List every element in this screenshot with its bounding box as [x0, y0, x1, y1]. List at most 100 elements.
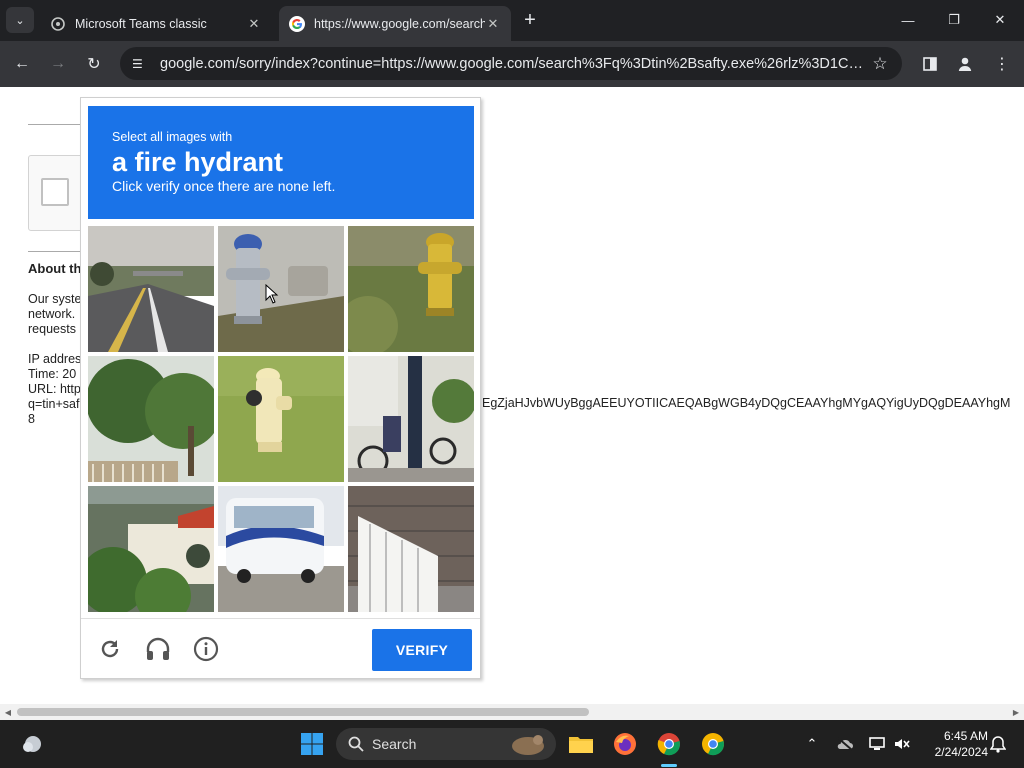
instruction-line: Select all images with — [112, 130, 233, 144]
system-clock[interactable]: 6:45 AM 2/24/2024 — [918, 728, 988, 760]
divider — [28, 124, 80, 125]
page-paragraph-line: network. — [28, 307, 76, 321]
help-button[interactable] — [193, 636, 219, 662]
page-paragraph-line: Our syste — [28, 292, 82, 306]
tile-blue-top-hydrant[interactable] — [218, 226, 344, 352]
firefox-button[interactable] — [609, 728, 641, 760]
new-tab-button[interactable]: + — [518, 8, 542, 32]
search-placeholder: Search — [372, 736, 417, 752]
cloud-off-icon — [837, 737, 853, 751]
address-url[interactable]: google.com/sorry/index?continue=https://… — [160, 56, 870, 72]
weather-widget-icon — [23, 736, 41, 752]
tile-road[interactable] — [88, 226, 214, 352]
menu-button[interactable]: ⋮ — [988, 50, 1016, 78]
tab-title: https://www.google.com/search — [314, 16, 485, 31]
horizontal-scrollbar[interactable]: ◀ ▶ — [0, 704, 1024, 720]
bell-icon — [990, 736, 1006, 753]
recaptcha-checkbox[interactable] — [41, 178, 69, 206]
google-favicon-icon — [289, 15, 305, 32]
tile-yellow-hydrant[interactable] — [348, 226, 474, 352]
firefox-icon — [614, 733, 636, 755]
widgets-button[interactable] — [16, 728, 48, 760]
volume-muted-icon — [895, 739, 910, 749]
chevron-up-icon: ⌃ — [806, 736, 818, 751]
audio-challenge-button[interactable] — [145, 636, 171, 662]
url-line: URL: http — [28, 382, 81, 396]
tab-google-search[interactable]: https://www.google.com/search ✕ — [279, 6, 511, 41]
taskbar-search[interactable]: Search — [336, 728, 556, 760]
close-tab-icon[interactable]: ✕ — [246, 16, 262, 32]
reload-button[interactable]: ↻ — [80, 50, 108, 78]
clock-date: 2/24/2024 — [934, 745, 988, 759]
start-button[interactable] — [296, 728, 328, 760]
profile-icon — [958, 57, 972, 71]
recaptcha-challenge: Select all images with a fire hydrant Cl… — [80, 97, 481, 679]
scrollbar-thumb[interactable] — [17, 708, 589, 716]
tile-trees[interactable] — [88, 356, 214, 482]
ip-line: IP addres — [28, 352, 82, 366]
tab-teams[interactable]: Microsoft Teams classic ✕ — [40, 6, 272, 41]
minimize-icon: — — [901, 12, 915, 28]
forward-button[interactable]: → — [44, 50, 72, 78]
onedrive-tray[interactable] — [833, 732, 857, 756]
scroll-left-arrow-icon[interactable]: ◀ — [0, 704, 16, 720]
notifications-button[interactable] — [986, 732, 1010, 756]
folder-icon — [569, 737, 593, 753]
image-grid — [88, 226, 474, 612]
tile-bicycles[interactable] — [348, 356, 474, 482]
volume-tray[interactable] — [890, 732, 914, 756]
bookmark-star-icon[interactable]: ☆ — [870, 54, 890, 74]
clock-time: 6:45 AM — [943, 729, 988, 743]
challenge-header: Select all images with a fire hydrant Cl… — [88, 106, 474, 219]
active-app-indicator — [661, 764, 677, 767]
more-vert-icon: ⋮ — [994, 56, 1010, 73]
site-settings-icon[interactable]: ☰ — [132, 57, 148, 71]
restore-button[interactable]: ❐ — [931, 6, 977, 34]
close-tab-icon[interactable]: ✕ — [485, 16, 501, 32]
search-highlight-image-icon — [512, 735, 544, 755]
tab-strip: ⌄ Microsoft Teams classic ✕ https://www.… — [0, 0, 1024, 41]
chrome-icon — [657, 733, 680, 756]
refresh-icon — [101, 640, 119, 658]
chrome-profile-button[interactable] — [697, 728, 729, 760]
divider — [28, 251, 80, 252]
minimize-button[interactable]: — — [885, 6, 931, 34]
url-continuation: EgZjaHJvbWUyBggAEEUYOTIICAEQABgWGB4yDQgC… — [482, 396, 1011, 410]
tab-search-button[interactable]: ⌄ — [6, 7, 34, 33]
tile-house[interactable] — [88, 486, 214, 612]
headphones-icon — [146, 637, 170, 660]
info-icon — [193, 636, 219, 662]
profile-button[interactable] — [951, 50, 979, 78]
page-paragraph-line: requests — [28, 322, 76, 336]
challenge-footer: VERIFY — [81, 618, 480, 679]
taskbar: Search ⌃ 6:45 AM 2/24/2024 — [0, 720, 1024, 768]
side-panel-button[interactable] — [916, 50, 944, 78]
search-icon — [348, 736, 364, 752]
show-hidden-icons-button[interactable]: ⌃ — [800, 732, 824, 756]
mouse-cursor-icon — [265, 284, 279, 304]
instruction-hint: Click verify once there are none left. — [112, 178, 336, 194]
reload-icon: ↻ — [87, 56, 101, 73]
side-panel-icon — [923, 57, 937, 71]
verify-button[interactable]: VERIFY — [372, 629, 472, 671]
close-window-button[interactable]: ✕ — [977, 6, 1023, 34]
network-icon — [869, 737, 885, 750]
tile-bus[interactable] — [218, 486, 344, 612]
scroll-right-arrow-icon[interactable]: ▶ — [1008, 704, 1024, 720]
restore-icon: ❐ — [948, 12, 960, 27]
address-bar[interactable]: ☰ google.com/sorry/index?continue=https:… — [120, 47, 902, 80]
file-explorer-button[interactable] — [565, 728, 597, 760]
reload-challenge-button[interactable] — [97, 636, 123, 662]
url-query-line: q=tin+saf — [28, 397, 80, 411]
target-object: a fire hydrant — [112, 147, 284, 177]
windows-logo-icon — [301, 733, 323, 755]
back-arrow-icon: ← — [14, 55, 30, 72]
chrome-alt-icon — [702, 733, 724, 756]
network-tray[interactable] — [865, 732, 889, 756]
recaptcha-checkbox-widget[interactable] — [28, 155, 88, 231]
url-tail-line: 8 — [28, 412, 35, 426]
tile-stair-railing[interactable] — [348, 486, 474, 612]
chrome-button[interactable] — [653, 728, 685, 760]
back-button[interactable]: ← — [8, 50, 36, 78]
tile-white-hydrant[interactable] — [218, 356, 344, 482]
